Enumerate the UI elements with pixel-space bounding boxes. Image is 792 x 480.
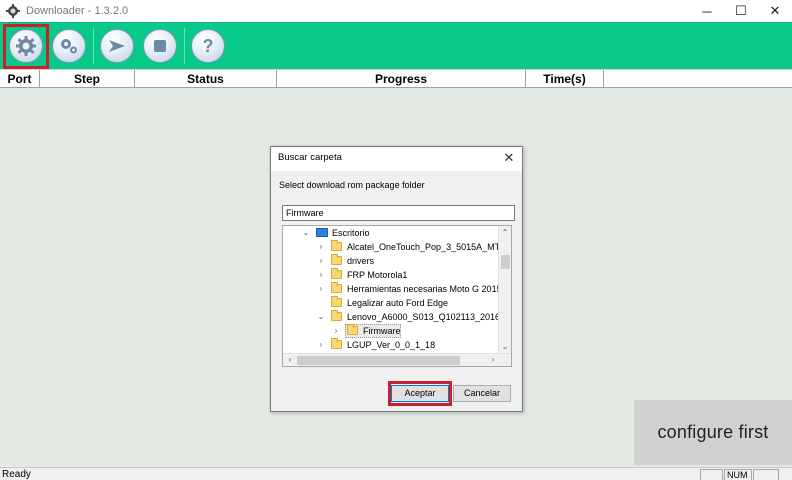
folder-icon: [347, 324, 358, 335]
dialog-close-button[interactable]: ✕: [500, 149, 518, 167]
tree-item-escritorio[interactable]: ⌄ Escritorio: [283, 226, 499, 240]
gears-icon: [52, 29, 86, 63]
dialog-title: Buscar carpeta: [278, 152, 342, 163]
folder-icon: [331, 254, 342, 265]
dialog-title-bar: Buscar carpeta ✕: [271, 147, 522, 171]
chevron-right-icon[interactable]: ›: [316, 254, 326, 268]
folder-icon: [331, 310, 342, 321]
status-bar: Ready NUM: [0, 467, 792, 480]
caption-overlay: configure first: [634, 400, 792, 465]
gear-icon: [9, 29, 43, 63]
stop-button[interactable]: [141, 27, 179, 65]
column-progress[interactable]: Progress: [277, 70, 526, 88]
tree-item[interactable]: › LGUP_Ver_0_0_1_18: [283, 338, 499, 352]
maximize-button[interactable]: ☐: [724, 0, 758, 22]
folder-icon: [331, 268, 342, 279]
column-time[interactable]: Time(s): [526, 70, 604, 88]
column-status[interactable]: Status: [135, 70, 277, 88]
settings-button[interactable]: [7, 27, 45, 65]
folder-icon: [331, 240, 342, 251]
advanced-settings-button[interactable]: [50, 27, 88, 65]
scroll-up-icon[interactable]: ⌃: [499, 227, 511, 239]
play-arrow-icon: [100, 29, 134, 63]
column-step[interactable]: Step: [40, 70, 135, 88]
column-port[interactable]: Port: [0, 70, 40, 88]
help-icon: ?: [191, 29, 225, 63]
stop-icon: [143, 29, 177, 63]
tree-horizontal-scrollbar[interactable]: ‹ ›: [283, 353, 511, 366]
toolbar-separator: [93, 28, 94, 64]
tree-item-firmware[interactable]: › Firmware: [283, 324, 499, 338]
status-cell-num: NUM: [724, 469, 752, 480]
window-title: Downloader - 1.3.2.0: [26, 5, 129, 17]
caption-text: configure first: [657, 422, 769, 442]
accept-button[interactable]: Aceptar: [391, 385, 449, 402]
toolbar: ?: [0, 22, 792, 69]
chevron-right-icon[interactable]: ›: [316, 282, 326, 296]
tree-item[interactable]: › Alcatel_OneTouch_Pop_3_5015A_MT65: [283, 240, 510, 254]
folder-icon: [331, 296, 342, 307]
tree-item[interactable]: › drivers: [283, 254, 499, 268]
scroll-left-icon[interactable]: ‹: [284, 354, 296, 366]
toolbar-separator: [184, 28, 185, 64]
tree-item[interactable]: › FRP Motorola1: [283, 268, 499, 282]
start-download-button[interactable]: [98, 27, 136, 65]
minimize-button[interactable]: ─: [690, 0, 724, 22]
chevron-down-icon[interactable]: ⌄: [301, 226, 311, 240]
chevron-right-icon[interactable]: ›: [331, 324, 341, 338]
title-bar: Downloader - 1.3.2.0 ─ ☐ ✕: [0, 0, 792, 22]
cancel-button[interactable]: Cancelar: [453, 385, 511, 402]
status-cell-caps: [700, 469, 723, 480]
status-text: Ready: [2, 469, 31, 480]
scrollbar-thumb[interactable]: [501, 255, 510, 269]
app-icon: [6, 4, 20, 18]
folder-name-input[interactable]: [282, 205, 515, 221]
scrollbar-thumb[interactable]: [297, 356, 460, 365]
chevron-down-icon[interactable]: ⌄: [316, 310, 326, 324]
close-button[interactable]: ✕: [758, 0, 792, 22]
chevron-right-icon[interactable]: ›: [316, 338, 326, 352]
tree-vertical-scrollbar[interactable]: ⌃ ⌄: [498, 226, 511, 354]
browse-folder-dialog: Buscar carpeta ✕ Select download rom pac…: [270, 146, 523, 412]
scroll-right-icon[interactable]: ›: [487, 354, 499, 366]
help-button[interactable]: ?: [189, 27, 227, 65]
tree-item[interactable]: Legalizar auto Ford Edge: [283, 296, 499, 310]
dialog-prompt: Select download rom package folder: [279, 180, 425, 190]
chevron-right-icon[interactable]: ›: [316, 268, 326, 282]
chevron-right-icon[interactable]: ›: [316, 240, 326, 254]
tree-item[interactable]: › Herramientas necesarias Moto G 2015: [283, 282, 502, 296]
folder-icon: [331, 282, 342, 293]
monitor-icon: [316, 228, 328, 237]
column-header: Port Step Status Progress Time(s): [0, 69, 792, 88]
folder-icon: [331, 338, 342, 349]
tree-item-lenovo[interactable]: ⌄ Lenovo_A6000_S013_Q102113_201612: [283, 310, 510, 324]
status-cell-scroll: [753, 469, 779, 480]
folder-tree[interactable]: ⌄ Escritorio › Alcatel_OneTouch_Pop_3_50…: [282, 225, 512, 367]
scroll-down-icon[interactable]: ⌄: [499, 341, 511, 353]
